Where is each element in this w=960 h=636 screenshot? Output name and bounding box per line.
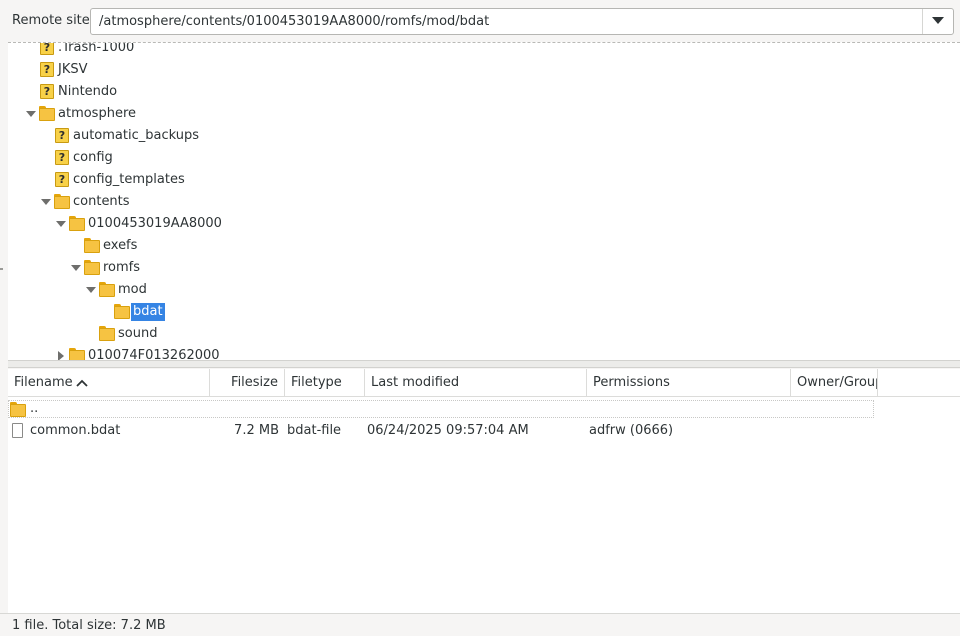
column-header-permissions[interactable]: Permissions bbox=[587, 369, 791, 397]
parent-directory-row[interactable]: .. bbox=[8, 400, 874, 418]
tree-item-label: contents bbox=[73, 194, 130, 209]
tree-item-label: .Trash-1000 bbox=[58, 42, 135, 55]
file-icon bbox=[12, 423, 23, 438]
unknown-folder-icon: ? bbox=[40, 43, 54, 55]
tree-item[interactable]: ? config bbox=[8, 147, 960, 169]
tree-item-label: config bbox=[73, 150, 113, 165]
tree-item-label: config_templates bbox=[73, 172, 185, 187]
file-size: 7.2 MB bbox=[234, 423, 279, 438]
column-header-filename[interactable]: Filename bbox=[8, 369, 210, 397]
tree-item[interactable]: sound bbox=[8, 323, 960, 345]
remote-path-combobox[interactable] bbox=[90, 8, 954, 35]
table-row[interactable]: common.bdat 7.2 MB bdat-file 06/24/2025 … bbox=[8, 421, 874, 441]
status-bar: 1 file. Total size: 7.2 MB bbox=[0, 613, 960, 636]
tree-item[interactable]: ? config_templates bbox=[8, 169, 960, 191]
column-header-filetype[interactable]: Filetype bbox=[285, 369, 365, 397]
expander-expanded-icon[interactable] bbox=[41, 197, 51, 207]
tree-item[interactable]: atmosphere bbox=[8, 103, 960, 125]
file-last-modified: 06/24/2025 09:57:04 AM bbox=[367, 423, 529, 438]
tree-item[interactable]: contents bbox=[8, 191, 960, 213]
tree-item-label: Nintendo bbox=[58, 84, 118, 99]
tree-item-label: mod bbox=[118, 282, 147, 297]
file-type: bdat-file bbox=[287, 423, 342, 438]
remote-site-label: Remote site: bbox=[12, 13, 95, 28]
tree-item[interactable]: ? automatic_backups bbox=[8, 125, 960, 147]
pane-splitter[interactable] bbox=[8, 360, 960, 368]
tree-item-label: 010074F013262000 bbox=[88, 348, 220, 361]
tree-item[interactable]: 0100453019AA8000 bbox=[8, 213, 960, 235]
remote-file-list[interactable]: Filename Filesize Filetype Last modified… bbox=[8, 369, 960, 613]
tree-item[interactable]: bdat bbox=[8, 301, 960, 323]
unknown-folder-icon: ? bbox=[40, 84, 54, 99]
tree-item[interactable]: 010074F013262000 bbox=[8, 345, 960, 361]
tree-item[interactable]: ? JKSV bbox=[8, 59, 960, 81]
expander-expanded-icon[interactable] bbox=[26, 109, 36, 119]
tree-item[interactable]: romfs bbox=[8, 257, 960, 279]
column-header-filesize[interactable]: Filesize bbox=[210, 369, 285, 397]
file-name: common.bdat bbox=[30, 423, 121, 438]
chevron-down-icon bbox=[932, 17, 944, 24]
remote-site-bar: Remote site: bbox=[0, 0, 960, 42]
expander-expanded-icon[interactable] bbox=[71, 263, 81, 273]
file-list-header: Filename Filesize Filetype Last modified… bbox=[8, 369, 960, 397]
tree-item-label: 0100453019AA8000 bbox=[88, 216, 222, 231]
unknown-folder-icon: ? bbox=[55, 172, 69, 187]
unknown-folder-icon: ? bbox=[40, 62, 54, 77]
tree-item-label: atmosphere bbox=[58, 106, 136, 121]
tree-item-label: bdat bbox=[131, 303, 165, 321]
tree-item[interactable]: ? .Trash-1000 bbox=[8, 42, 960, 59]
tree-item-label: automatic_backups bbox=[73, 128, 200, 143]
expander-expanded-icon[interactable] bbox=[56, 219, 66, 229]
sort-ascending-icon bbox=[76, 379, 88, 387]
splitter-grip[interactable] bbox=[0, 268, 3, 270]
column-header-last-modified[interactable]: Last modified bbox=[365, 369, 587, 397]
path-dropdown-button[interactable] bbox=[922, 9, 953, 34]
tree-item-label: JKSV bbox=[58, 62, 88, 77]
column-header-owner-group[interactable]: Owner/Group bbox=[791, 369, 878, 397]
tree-item[interactable]: mod bbox=[8, 279, 960, 301]
remote-path-input[interactable] bbox=[91, 9, 921, 34]
expander-expanded-icon[interactable] bbox=[86, 285, 96, 295]
tree-item-label: romfs bbox=[103, 260, 141, 275]
status-text: 1 file. Total size: 7.2 MB bbox=[12, 618, 166, 633]
file-permissions: adfrw (0666) bbox=[589, 423, 674, 438]
remote-directory-tree[interactable]: ? .Trash-1000? JKSV? Nintendo atmosphere? aut… bbox=[8, 42, 960, 361]
tree-item-label: sound bbox=[118, 326, 158, 341]
parent-directory-label: .. bbox=[30, 401, 39, 416]
unknown-folder-icon: ? bbox=[55, 128, 69, 143]
tree-item[interactable]: exefs bbox=[8, 235, 960, 257]
unknown-folder-icon: ? bbox=[55, 150, 69, 165]
tree-item-label: exefs bbox=[103, 238, 138, 253]
tree-item[interactable]: ? Nintendo bbox=[8, 81, 960, 103]
